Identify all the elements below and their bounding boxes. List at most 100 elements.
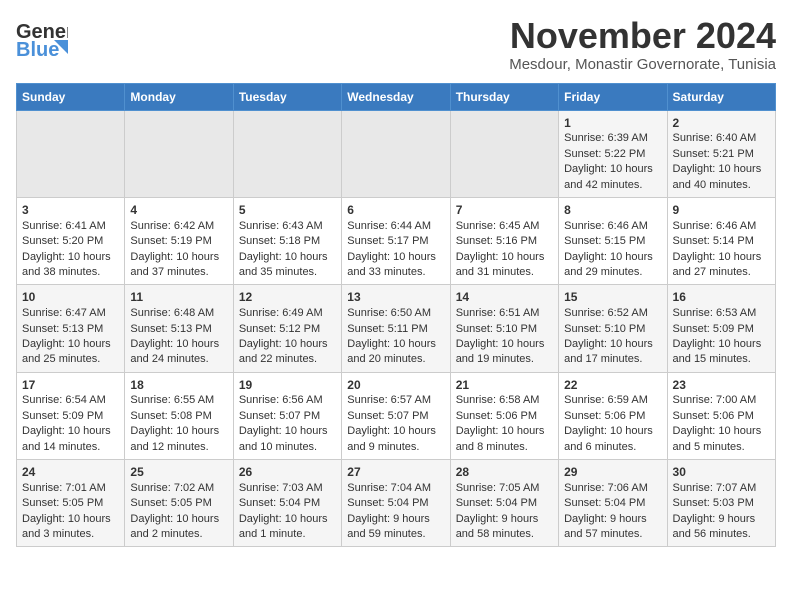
day-number: 5 [239,202,336,219]
daylight-text: Daylight: 10 hours and 33 minutes. [347,251,436,278]
daylight-text: Daylight: 10 hours and 29 minutes. [564,251,653,278]
header-day-thursday: Thursday [450,83,558,110]
day-number: 6 [347,202,444,219]
day-number: 24 [22,464,119,481]
sunset-text: Sunset: 5:12 PM [239,323,320,335]
calendar-cell: 11Sunrise: 6:48 AMSunset: 5:13 PMDayligh… [125,285,233,372]
day-number: 16 [673,289,770,306]
daylight-text: Daylight: 10 hours and 6 minutes. [564,425,653,452]
day-number: 28 [456,464,553,481]
calendar-week-3: 10Sunrise: 6:47 AMSunset: 5:13 PMDayligh… [17,285,776,372]
calendar-cell: 1Sunrise: 6:39 AMSunset: 5:22 PMDaylight… [559,110,667,197]
calendar-cell: 30Sunrise: 7:07 AMSunset: 5:03 PMDayligh… [667,460,775,547]
day-number: 3 [22,202,119,219]
day-number: 7 [456,202,553,219]
daylight-text: Daylight: 10 hours and 5 minutes. [673,425,762,452]
daylight-text: Daylight: 10 hours and 8 minutes. [456,425,545,452]
header-day-monday: Monday [125,83,233,110]
sunset-text: Sunset: 5:19 PM [130,235,211,247]
daylight-text: Daylight: 10 hours and 37 minutes. [130,251,219,278]
daylight-text: Daylight: 10 hours and 15 minutes. [673,338,762,365]
page-subtitle: Mesdour, Monastir Governorate, Tunisia [509,56,776,73]
sunset-text: Sunset: 5:07 PM [239,410,320,422]
calendar-table: SundayMondayTuesdayWednesdayThursdayFrid… [16,83,776,548]
sunrise-text: Sunrise: 6:40 AM [673,132,757,144]
day-number: 12 [239,289,336,306]
calendar-cell: 29Sunrise: 7:06 AMSunset: 5:04 PMDayligh… [559,460,667,547]
page-title: November 2024 [509,16,776,56]
sunrise-text: Sunrise: 6:42 AM [130,220,214,232]
sunset-text: Sunset: 5:10 PM [456,323,537,335]
daylight-text: Daylight: 10 hours and 22 minutes. [239,338,328,365]
calendar-cell: 26Sunrise: 7:03 AMSunset: 5:04 PMDayligh… [233,460,341,547]
sunset-text: Sunset: 5:07 PM [347,410,428,422]
calendar-cell: 3Sunrise: 6:41 AMSunset: 5:20 PMDaylight… [17,197,125,284]
daylight-text: Daylight: 10 hours and 2 minutes. [130,513,219,540]
sunset-text: Sunset: 5:15 PM [564,235,645,247]
day-number: 27 [347,464,444,481]
calendar-cell [233,110,341,197]
sunrise-text: Sunrise: 7:07 AM [673,482,757,494]
calendar-cell: 10Sunrise: 6:47 AMSunset: 5:13 PMDayligh… [17,285,125,372]
sunrise-text: Sunrise: 7:04 AM [347,482,431,494]
calendar-cell: 19Sunrise: 6:56 AMSunset: 5:07 PMDayligh… [233,372,341,459]
daylight-text: Daylight: 10 hours and 1 minute. [239,513,328,540]
sunrise-text: Sunrise: 6:55 AM [130,394,214,406]
sunset-text: Sunset: 5:09 PM [22,410,103,422]
calendar-cell: 6Sunrise: 6:44 AMSunset: 5:17 PMDaylight… [342,197,450,284]
calendar-week-1: 1Sunrise: 6:39 AMSunset: 5:22 PMDaylight… [17,110,776,197]
calendar-week-4: 17Sunrise: 6:54 AMSunset: 5:09 PMDayligh… [17,372,776,459]
sunrise-text: Sunrise: 6:45 AM [456,220,540,232]
day-number: 19 [239,377,336,394]
sunset-text: Sunset: 5:05 PM [130,497,211,509]
sunrise-text: Sunrise: 7:02 AM [130,482,214,494]
sunset-text: Sunset: 5:20 PM [22,235,103,247]
daylight-text: Daylight: 10 hours and 38 minutes. [22,251,111,278]
sunrise-text: Sunrise: 6:53 AM [673,307,757,319]
sunrise-text: Sunrise: 7:00 AM [673,394,757,406]
sunrise-text: Sunrise: 6:50 AM [347,307,431,319]
day-number: 21 [456,377,553,394]
calendar-cell: 15Sunrise: 6:52 AMSunset: 5:10 PMDayligh… [559,285,667,372]
calendar-cell: 25Sunrise: 7:02 AM Sunset: 5:05 PM Dayligh… [125,460,233,547]
calendar-cell: 23Sunrise: 7:00 AMSunset: 5:06 PMDayligh… [667,372,775,459]
sunset-text: Sunset: 5:10 PM [564,323,645,335]
sunrise-text: Sunrise: 7:01 AM [22,482,106,494]
sunset-text: Sunset: 5:04 PM [456,497,537,509]
daylight-text: Daylight: 10 hours and 17 minutes. [564,338,653,365]
calendar-cell: 21Sunrise: 6:58 AM Sunset: 5:06 PM Dayligh… [450,372,558,459]
calendar-cell: 8Sunrise: 6:46 AMSunset: 5:15 PMDaylight… [559,197,667,284]
calendar-cell: 28Sunrise: 7:05 AMSunset: 5:04 PMDayligh… [450,460,558,547]
header-day-saturday: Saturday [667,83,775,110]
calendar-cell: 27Sunrise: 7:04 AMSunset: 5:04 PMDayligh… [342,460,450,547]
calendar-cell: 12Sunrise: 6:49 AMSunset: 5:12 PMDayligh… [233,285,341,372]
sunrise-text: Sunrise: 7:06 AM [564,482,648,494]
day-number: 10 [22,289,119,306]
sunrise-text: Sunrise: 6:52 AM [564,307,648,319]
sunrise-text: Sunrise: 6:48 AM [130,307,214,319]
title-block: November 2024 Mesdour, Monastir Governor… [509,16,776,73]
daylight-text: Daylight: 10 hours and 25 minutes. [22,338,111,365]
sunrise-text: Sunrise: 6:58 AM [456,394,540,406]
day-number: 8 [564,202,661,219]
calendar-cell: 13Sunrise: 6:50 AMSunset: 5:11 PMDayligh… [342,285,450,372]
calendar-cell: 14Sunrise: 6:51 AMSunset: 5:10 PMDayligh… [450,285,558,372]
calendar-cell [17,110,125,197]
daylight-text: Daylight: 10 hours and 42 minutes. [564,163,653,190]
calendar-cell: 4Sunrise: 6:42 AMSunset: 5:19 PMDaylight… [125,197,233,284]
sunset-text: Sunset: 5:09 PM [673,323,754,335]
day-number: 13 [347,289,444,306]
sunrise-text: Sunrise: 6:44 AM [347,220,431,232]
calendar-header: SundayMondayTuesdayWednesdayThursdayFrid… [17,83,776,110]
sunset-text: Sunset: 5:06 PM [673,410,754,422]
sunset-text: Sunset: 5:14 PM [673,235,754,247]
daylight-text: Daylight: 10 hours and 27 minutes. [673,251,762,278]
daylight-text: Daylight: 10 hours and 20 minutes. [347,338,436,365]
sunset-text: Sunset: 5:06 PM [456,410,537,422]
sunset-text: Sunset: 5:18 PM [239,235,320,247]
calendar-body: 1Sunrise: 6:39 AMSunset: 5:22 PMDaylight… [17,110,776,547]
day-number: 26 [239,464,336,481]
day-number: 25 [130,464,227,481]
calendar-cell: 22Sunrise: 6:59 AMSunset: 5:06 PMDayligh… [559,372,667,459]
sunset-text: Sunset: 5:04 PM [347,497,428,509]
